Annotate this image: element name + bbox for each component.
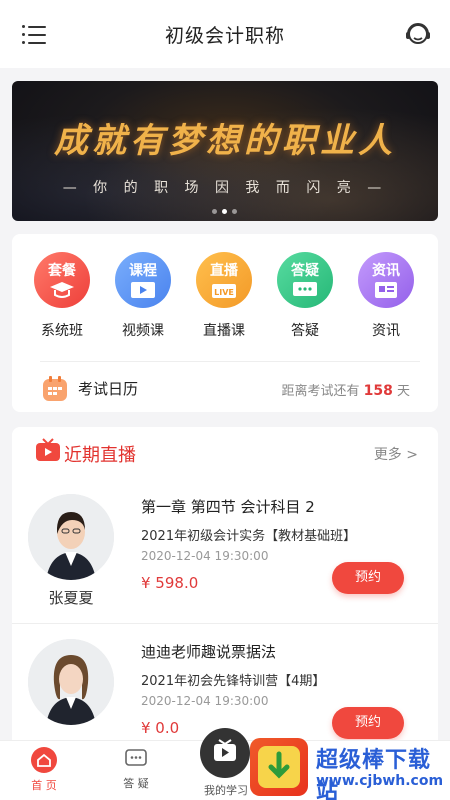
tab-home[interactable]: 首 页 [14, 747, 74, 793]
calendar-icon [43, 376, 67, 401]
category-system-class[interactable]: 套餐 系统班 [22, 252, 102, 340]
banner-dot[interactable] [222, 209, 227, 214]
live-icon: LIVE [212, 284, 236, 298]
banner-dot[interactable] [232, 209, 237, 214]
play-icon [131, 282, 155, 298]
live-tv-icon [36, 438, 60, 461]
live-item[interactable]: 张夏夏 第一章 第四节 会计科目 2 2021年初级会计实务【教材基础班】 20… [12, 482, 438, 612]
home-icon [31, 747, 57, 773]
tab-label: 答 疑 [123, 777, 149, 790]
section-title: 近期直播 [64, 445, 136, 466]
category-icon: 资讯 [358, 252, 414, 308]
site-watermark: 超级棒下载站 www.cjbwh.com [250, 738, 450, 800]
category-card: 套餐 系统班 课程 视频课 直播 LIVE 直播课 答疑 答疑 资讯 资讯 考试… [12, 234, 438, 412]
category-icon: 答疑 [277, 252, 333, 308]
book-button[interactable]: 预约 [332, 562, 404, 594]
promo-banner[interactable]: 成就有梦想的职业人 — 你 的 职 场 因 我 而 闪 亮 — [12, 81, 438, 221]
days-count: 158 [363, 383, 393, 399]
divider [12, 623, 438, 624]
tab-qa[interactable]: 答 疑 [106, 747, 166, 791]
watermark-url: www.cjbwh.com [316, 773, 444, 789]
category-label: 视频课 [122, 323, 164, 339]
book-button[interactable]: 预约 [332, 707, 404, 739]
category-label: 答疑 [291, 323, 319, 339]
svg-text:LIVE: LIVE [214, 288, 234, 297]
tab-label: 我的学习 [204, 784, 248, 797]
watermark-text: 超级棒下载站 [316, 748, 432, 800]
avatar [28, 494, 114, 580]
live-time: 2020-12-04 19:30:00 [141, 694, 269, 708]
chat-icon [293, 282, 317, 296]
category-news[interactable]: 资讯 资讯 [346, 252, 426, 340]
page-title: 初级会计职称 [164, 24, 285, 47]
live-section: 近期直播 更多 > 张夏夏 第一章 第四节 会计科目 2 2021年初级会计实务… [12, 427, 438, 747]
customer-service-icon[interactable] [404, 20, 432, 48]
category-icon: 课程 [115, 252, 171, 308]
menu-icon[interactable] [22, 24, 46, 44]
tab-my-study[interactable] [200, 728, 250, 778]
category-icon: 直播 LIVE [196, 252, 252, 308]
exam-calendar-label[interactable]: 考试日历 [78, 378, 138, 399]
category-label: 直播课 [203, 323, 245, 339]
banner-title: 成就有梦想的职业人 [54, 121, 396, 161]
banner-subtitle: — 你 的 职 场 因 我 而 闪 亮 — [62, 180, 388, 196]
live-title: 迪迪老师趣说票据法 [141, 643, 277, 661]
price: ¥ 598.0 [141, 574, 199, 592]
watermark-logo-icon [250, 738, 308, 796]
more-link[interactable]: 更多 > [374, 444, 418, 464]
course-name: 2021年初会先锋特训营【4期】 [141, 674, 326, 689]
graduation-cap-icon [50, 282, 74, 298]
tv-icon [214, 739, 236, 761]
exam-countdown: 距离考试还有 158 天 [281, 383, 410, 399]
category-label: 系统班 [41, 323, 83, 339]
category-live-course[interactable]: 直播 LIVE 直播课 [184, 252, 264, 340]
divider [40, 361, 420, 362]
qa-icon [124, 747, 148, 771]
course-name: 2021年初级会计实务【教材基础班】 [141, 529, 357, 544]
price: ¥ 0.0 [141, 719, 180, 737]
category-icon: 套餐 [34, 252, 90, 308]
category-qa[interactable]: 答疑 答疑 [265, 252, 345, 340]
avatar [28, 639, 114, 725]
live-title: 第一章 第四节 会计科目 2 [141, 498, 315, 516]
category-video-course[interactable]: 课程 视频课 [103, 252, 183, 340]
live-time: 2020-12-04 19:30:00 [141, 549, 269, 563]
top-bar: 初级会计职称 [0, 0, 450, 68]
category-label: 资讯 [372, 323, 400, 339]
news-icon [375, 282, 397, 298]
tab-label: 首 页 [31, 779, 57, 792]
teacher-name: 张夏夏 [48, 589, 94, 607]
banner-dot[interactable] [212, 209, 217, 214]
